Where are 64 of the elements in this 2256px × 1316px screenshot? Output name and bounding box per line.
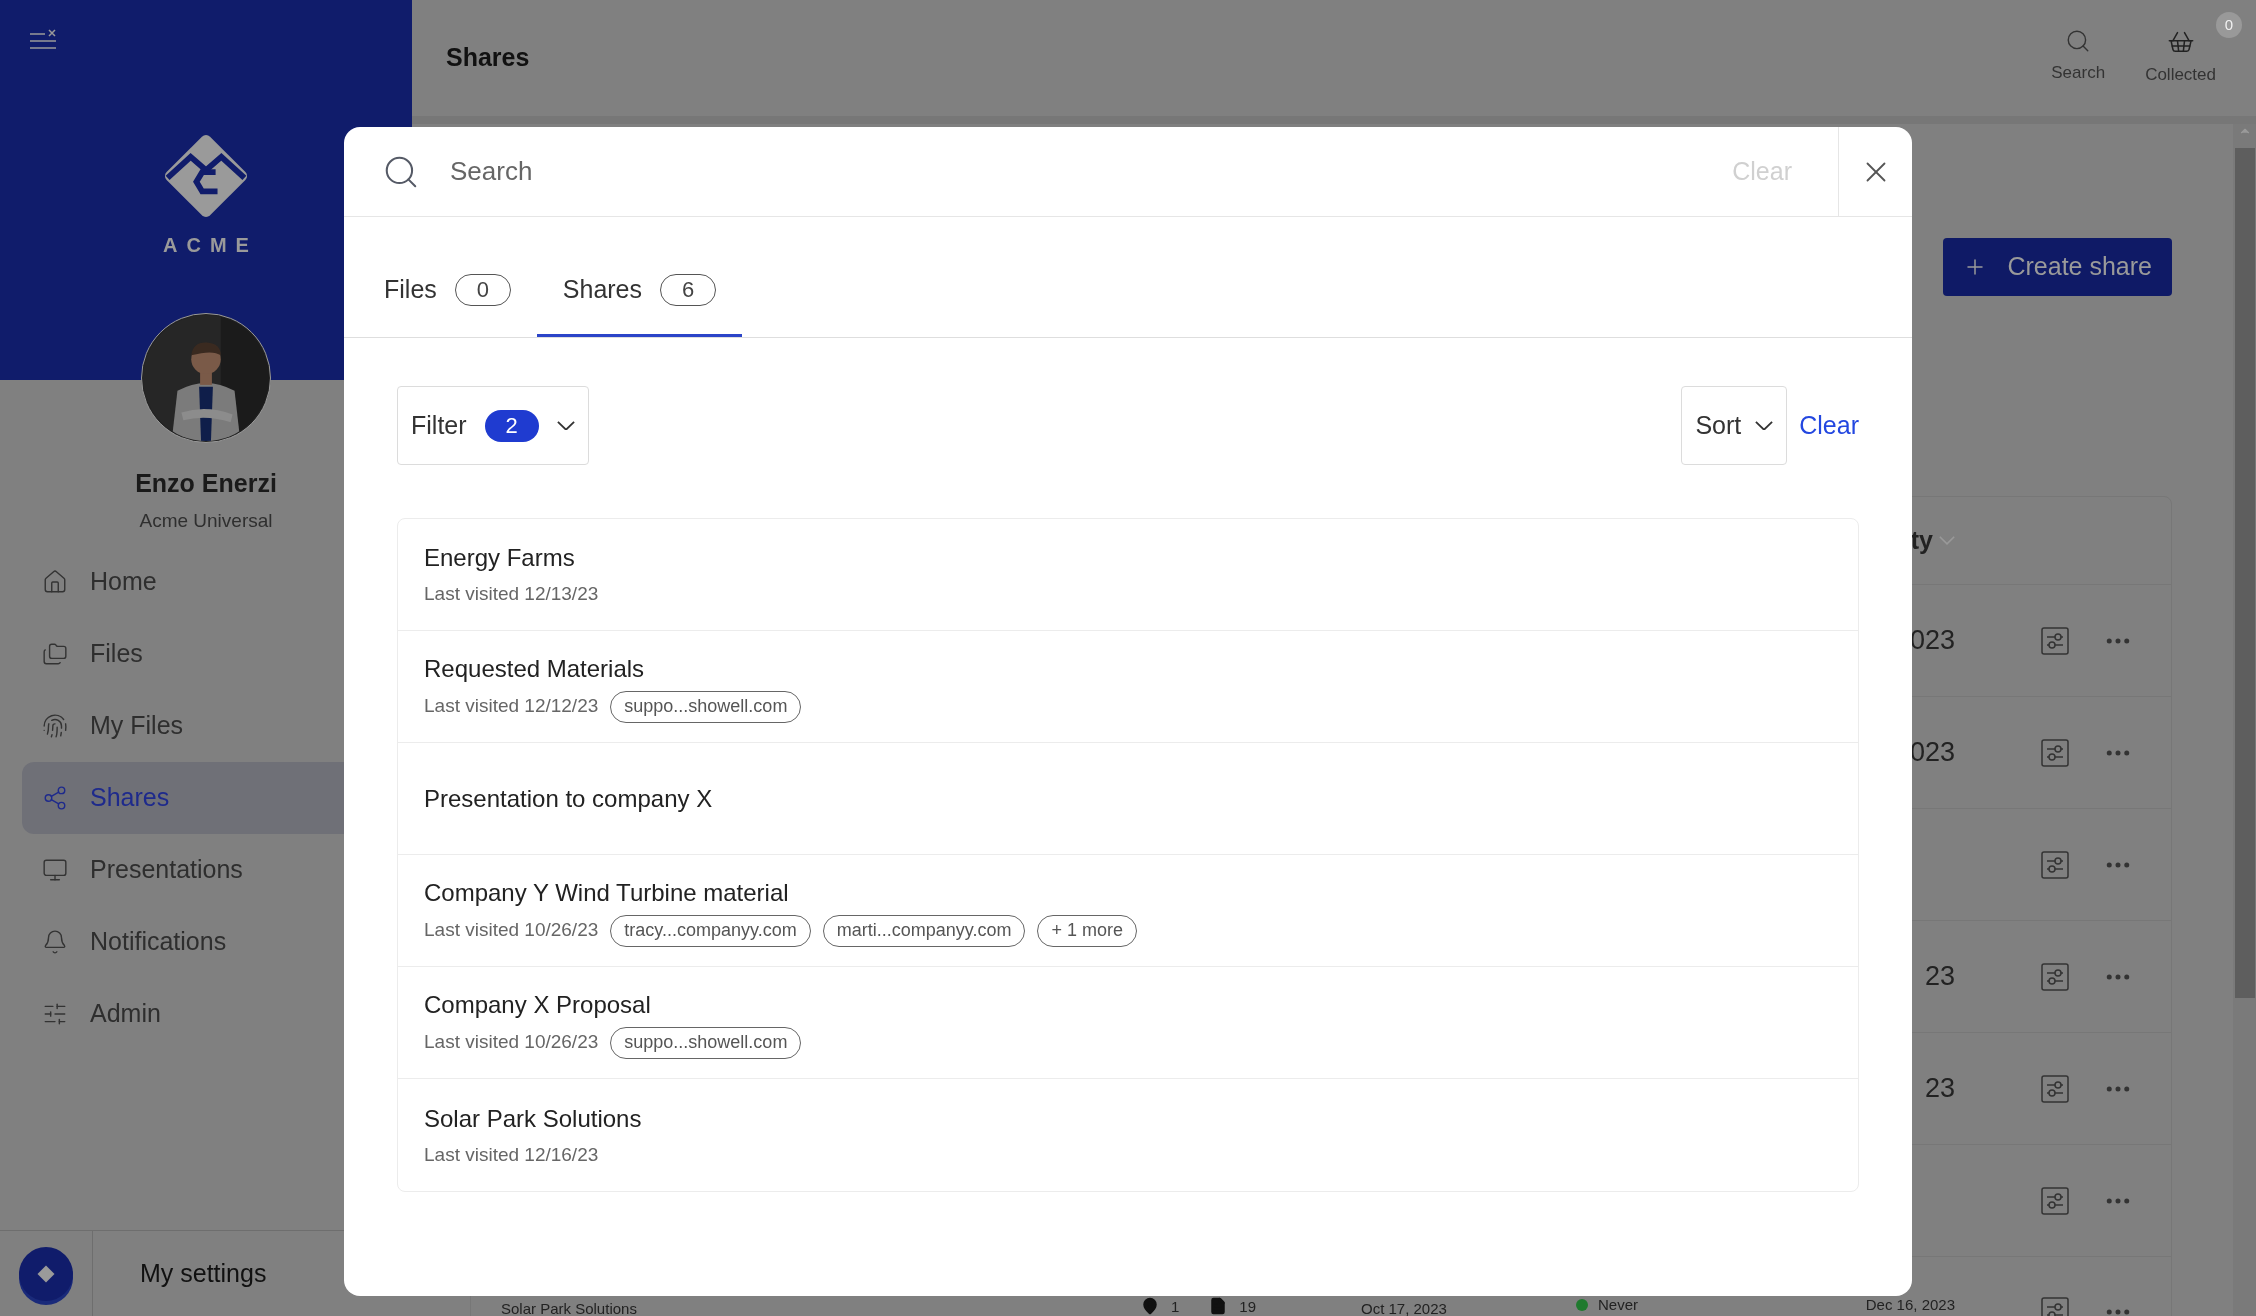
count-badge: 2 <box>484 409 539 442</box>
result-title: Company Y Wind Turbine material <box>424 877 790 908</box>
last-visited: Last visited 12/16/23 <box>424 1142 599 1167</box>
page-title: Shares <box>446 42 530 74</box>
search-field[interactable]: Search <box>450 127 1733 216</box>
sliders-icon[interactable] <box>2041 626 2069 655</box>
scrollbar-thumb[interactable] <box>2234 148 2255 998</box>
create-share-button[interactable]: Create share <box>1943 238 2172 296</box>
sort-button[interactable]: Sort <box>1681 386 1788 465</box>
share-icon <box>42 785 68 811</box>
chevron-icon <box>1755 420 1774 431</box>
table-cell: 23 <box>1924 963 1955 990</box>
result-item[interactable]: Requested Materials Last visited 12/12/23 suppo...showell.com <box>398 631 1858 743</box>
sliders-icon[interactable] <box>2041 738 2069 767</box>
table-cell: Oct 17, 2023 <box>1361 1300 1447 1316</box>
user-company: Acme Universal <box>139 508 273 533</box>
search-button[interactable]: Search <box>2051 28 2106 86</box>
table-cell[interactable]: Solar Park Solutions <box>501 1300 637 1316</box>
result-item[interactable]: Presentation to company X <box>398 743 1858 855</box>
clear-filters-link[interactable]: Clear <box>1799 406 1859 445</box>
sliders-icon[interactable] <box>2041 1186 2069 1215</box>
result-title: Energy Farms <box>424 543 576 574</box>
home-icon <box>42 569 68 595</box>
bell-icon <box>42 929 68 955</box>
last-visited: Last visited 10/26/23 <box>424 918 599 943</box>
user-name: Enzo Enerzi <box>135 468 277 499</box>
logo-text: ACME <box>162 233 258 258</box>
sliders-icon[interactable] <box>2041 962 2069 991</box>
folders-icon <box>42 641 68 667</box>
monitor-icon <box>42 857 68 883</box>
table-cell: 023 <box>1909 627 1955 654</box>
result-item[interactable]: Solar Park Solutions Last visited 12/16/23 <box>398 1079 1858 1191</box>
last-visited: Last visited 10/26/23 <box>424 1030 599 1055</box>
result-item[interactable]: Company X Proposal Last visited 10/26/23 suppo...showell.com <box>398 967 1858 1079</box>
pin-icon <box>1141 1297 1159 1315</box>
result-item[interactable]: Company Y Wind Turbine material Last visited 10/26/23 tracy...companyy.com marti...companyy.com + 1 more <box>398 855 1858 967</box>
tab[interactable]: Shares 6 <box>536 217 742 337</box>
sliders-icon <box>42 1001 68 1027</box>
document-icon <box>1209 1297 1228 1315</box>
table-cell: Dec 16, 2023 <box>1865 1297 1955 1312</box>
count-badge: 0 <box>2216 12 2242 39</box>
table-cell: Never <box>1598 1297 1638 1312</box>
last-visited: Last visited 12/13/23 <box>424 582 599 607</box>
table-cell: 023 <box>1909 739 1955 766</box>
chevron-icon <box>1939 536 1955 545</box>
chevron-icon <box>556 420 575 431</box>
table-cell: 23 <box>1924 1075 1955 1102</box>
sliders-icon[interactable] <box>2041 850 2069 879</box>
fingerprint-icon <box>42 713 68 739</box>
column-header[interactable]: ty <box>1910 521 1933 560</box>
last-visited: Last visited 12/12/23 <box>424 694 599 719</box>
result-item[interactable]: Energy Farms Last visited 12/13/23 <box>398 519 1858 631</box>
sliders-icon[interactable] <box>2041 1074 2069 1103</box>
logo-button[interactable] <box>19 1246 73 1301</box>
result-title: Requested Materials <box>424 653 646 684</box>
table-cell: 19 <box>1239 1298 1257 1314</box>
result-title: Presentation to company X <box>424 783 714 814</box>
settings-link[interactable]: My settings <box>140 1254 267 1293</box>
table-cell: 1 <box>1171 1298 1180 1314</box>
collected-button[interactable]: Collected <box>2145 28 2216 88</box>
result-title: Company X Proposal <box>424 989 652 1020</box>
filter-button[interactable]: Filter 2 <box>397 386 589 465</box>
result-title: Solar Park Solutions <box>424 1103 643 1134</box>
tab[interactable]: Files 0 <box>358 217 537 337</box>
